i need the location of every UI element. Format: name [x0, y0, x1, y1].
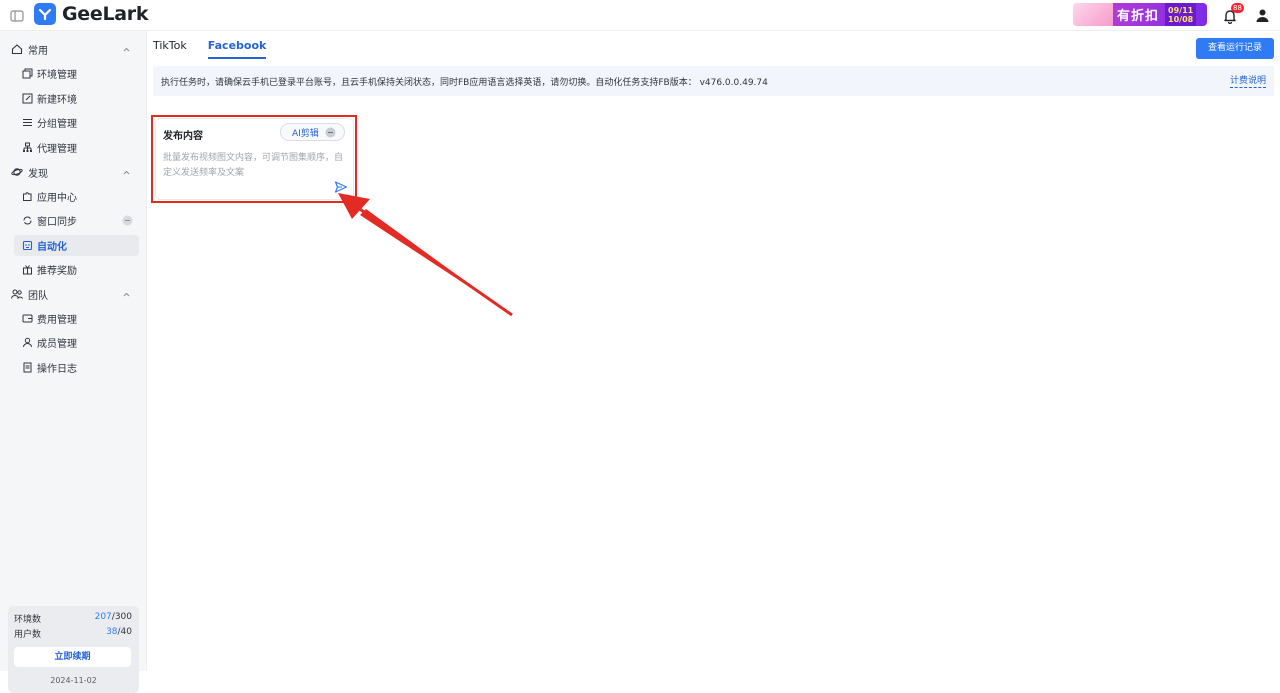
gift-icon	[23, 265, 32, 275]
env-quota-label: 环境数	[14, 615, 42, 625]
env-quota-row: 环境数 207/300	[14, 612, 132, 625]
puzzle-icon	[23, 192, 32, 201]
sidebar-item-referral-reward[interactable]: 推荐奖励	[14, 259, 139, 280]
more-options-icon[interactable]	[122, 215, 133, 226]
sidebar-item-window-sync[interactable]: 窗口同步	[14, 210, 139, 231]
sidebar-item-automation[interactable]: 自动化	[14, 235, 139, 256]
network-icon	[23, 142, 32, 152]
tab-tiktok[interactable]: TikTok	[153, 31, 187, 59]
sidebar-group-team[interactable]: 团队	[0, 282, 147, 306]
sidebar-item-label: 分组管理	[37, 119, 77, 130]
edit-icon	[22, 93, 33, 104]
chevron-up-icon	[123, 292, 130, 296]
sidebar-group-label: 常用	[28, 45, 48, 57]
notice-bar: 执行任务时，请确保云手机已登录平台账号，且云手机保持关闭状态，同时FB应用语言选…	[153, 66, 1274, 96]
top-header: GeeLark 有折扣 09/11 10/08 88	[0, 0, 1280, 31]
planet-icon	[11, 168, 23, 176]
sync-icon	[23, 216, 32, 225]
sidebar-item-label: 环境管理	[37, 70, 77, 81]
sidebar-item-label: 费用管理	[37, 315, 77, 326]
sidebar-group-common[interactable]: 常用	[0, 37, 147, 61]
sidebar-item-label: 操作日志	[37, 364, 77, 375]
sidebar-group-discover[interactable]: 发现	[0, 160, 147, 184]
user-avatar-icon[interactable]	[1255, 8, 1270, 23]
sidebar: 常用 环境管理 新建环境 分组管理 代理管理 发现 应用中心 窗口同步 自动化 …	[0, 31, 147, 693]
sidebar-item-new-env[interactable]: 新建环境	[14, 88, 139, 109]
promo-dates: 09/11 10/08	[1165, 3, 1197, 26]
promo-banner[interactable]: 有折扣 09/11 10/08	[1073, 3, 1207, 26]
app-name: GeeLark	[62, 3, 149, 25]
sidebar-item-proxy-manage[interactable]: 代理管理	[14, 137, 139, 158]
home-icon	[11, 44, 23, 55]
chevron-up-icon	[123, 170, 130, 174]
sidebar-toggle-icon[interactable]	[10, 9, 24, 23]
app-logo[interactable]: GeeLark	[34, 3, 149, 25]
user-quota-row: 用户数 38/40	[14, 627, 132, 640]
quota-panel: 环境数 207/300 用户数 38/40 立即续期 2024-11-02	[8, 606, 139, 693]
sidebar-item-label: 自动化	[37, 242, 67, 253]
sidebar-item-label: 推荐奖励	[37, 266, 77, 277]
notice-text: 执行任务时，请确保云手机已登录平台账号，且云手机保持关闭状态，同时FB应用语言选…	[161, 77, 768, 88]
list-icon	[23, 119, 32, 126]
wallet-icon	[22, 314, 33, 323]
annotation-arrow-icon	[338, 193, 513, 317]
expiry-date: 2024-11-02	[50, 676, 97, 685]
robot-icon	[22, 240, 33, 251]
chevron-up-icon	[123, 47, 130, 51]
sidebar-item-label: 成员管理	[37, 339, 77, 350]
log-icon	[23, 362, 32, 373]
sidebar-item-group-manage[interactable]: 分组管理	[14, 112, 139, 133]
member-icon	[23, 337, 32, 348]
billing-info-link[interactable]: 计费说明	[1229, 76, 1266, 88]
copy-icon	[22, 68, 33, 79]
promo-date-start: 09/11	[1168, 5, 1194, 15]
sidebar-item-members[interactable]: 成员管理	[14, 332, 139, 353]
team-icon	[11, 289, 23, 299]
promo-title: 有折扣	[1117, 9, 1160, 24]
platform-tabs: TikTok Facebook	[153, 31, 287, 59]
promo-date-end: 10/08	[1168, 14, 1194, 24]
sidebar-group-label: 发现	[28, 168, 48, 180]
view-run-log-button[interactable]: 查看运行记录	[1196, 38, 1274, 59]
tab-facebook[interactable]: Facebook	[207, 31, 267, 59]
annotation-highlight-box	[151, 115, 357, 203]
user-quota-label: 用户数	[14, 630, 42, 640]
sidebar-item-label: 窗口同步	[37, 217, 77, 228]
sidebar-item-label: 应用中心	[37, 193, 77, 204]
sidebar-item-operation-log[interactable]: 操作日志	[14, 357, 139, 378]
sidebar-item-app-center[interactable]: 应用中心	[14, 186, 139, 207]
geelark-logo-icon	[34, 3, 56, 25]
sidebar-item-billing[interactable]: 费用管理	[14, 308, 139, 329]
sidebar-item-label: 代理管理	[37, 144, 77, 155]
sidebar-item-label: 新建环境	[37, 95, 77, 106]
renew-button[interactable]: 立即续期	[14, 647, 131, 667]
user-quota-value: 38/40	[106, 627, 132, 637]
promo-decoration	[1073, 3, 1113, 26]
env-quota-value: 207/300	[94, 612, 132, 622]
sidebar-group-label: 团队	[28, 290, 48, 302]
notification-badge: 88	[1231, 3, 1244, 13]
sidebar-item-env-manage[interactable]: 环境管理	[14, 63, 139, 84]
